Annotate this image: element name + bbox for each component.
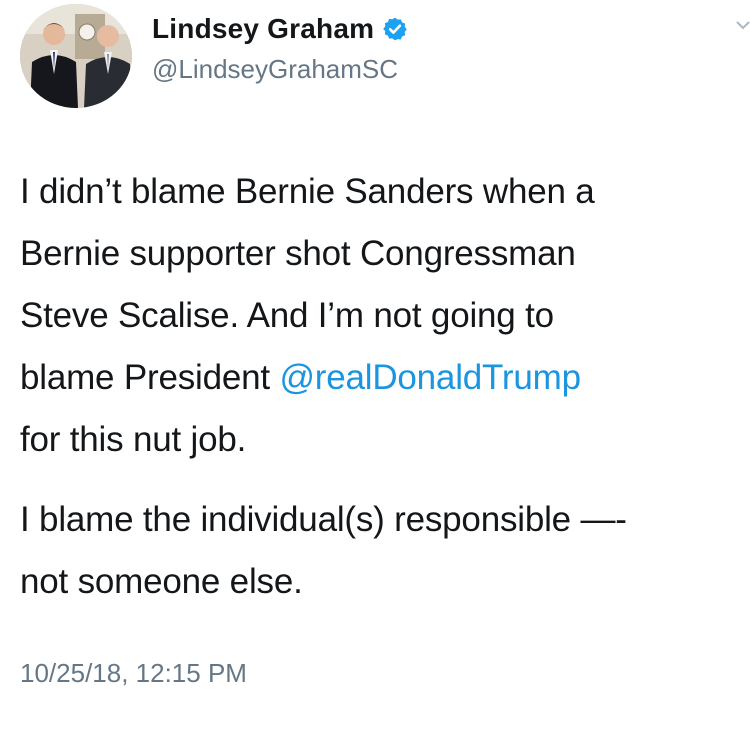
profile-photo-icon: [20, 4, 132, 108]
user-handle[interactable]: @LindseyGrahamSC: [152, 54, 398, 85]
tweet-line: Steve Scalise. And I’m not going to: [20, 296, 554, 335]
tweet-timestamp[interactable]: 10/25/18, 12:15 PM: [20, 658, 247, 689]
display-name[interactable]: Lindsey Graham: [152, 13, 374, 45]
tweet-line: Bernie supporter shot Congressman: [20, 234, 576, 273]
tweet-text: I didn’t blame Bernie Sanders when a Ber…: [20, 161, 745, 613]
tweet-line: I didn’t blame Bernie Sanders when a: [20, 172, 595, 211]
tweet-line: for this nut job.: [20, 420, 247, 459]
tweet-line-prefix: blame President: [20, 358, 280, 397]
mention-link[interactable]: @realDonaldTrump: [279, 358, 581, 397]
tweet-line: blame President @realDonaldTrump: [20, 347, 745, 409]
tweet-line: I blame the individual(s) responsible —-: [20, 500, 627, 539]
name-row: Lindsey Graham: [152, 13, 408, 45]
tweet-line: not someone else.: [20, 562, 303, 601]
tweet-card: Lindsey Graham @LindseyGrahamSC I didn’t…: [0, 0, 750, 737]
chevron-down-icon[interactable]: [736, 18, 750, 32]
verified-badge-icon: [383, 17, 408, 41]
avatar[interactable]: [20, 4, 132, 108]
